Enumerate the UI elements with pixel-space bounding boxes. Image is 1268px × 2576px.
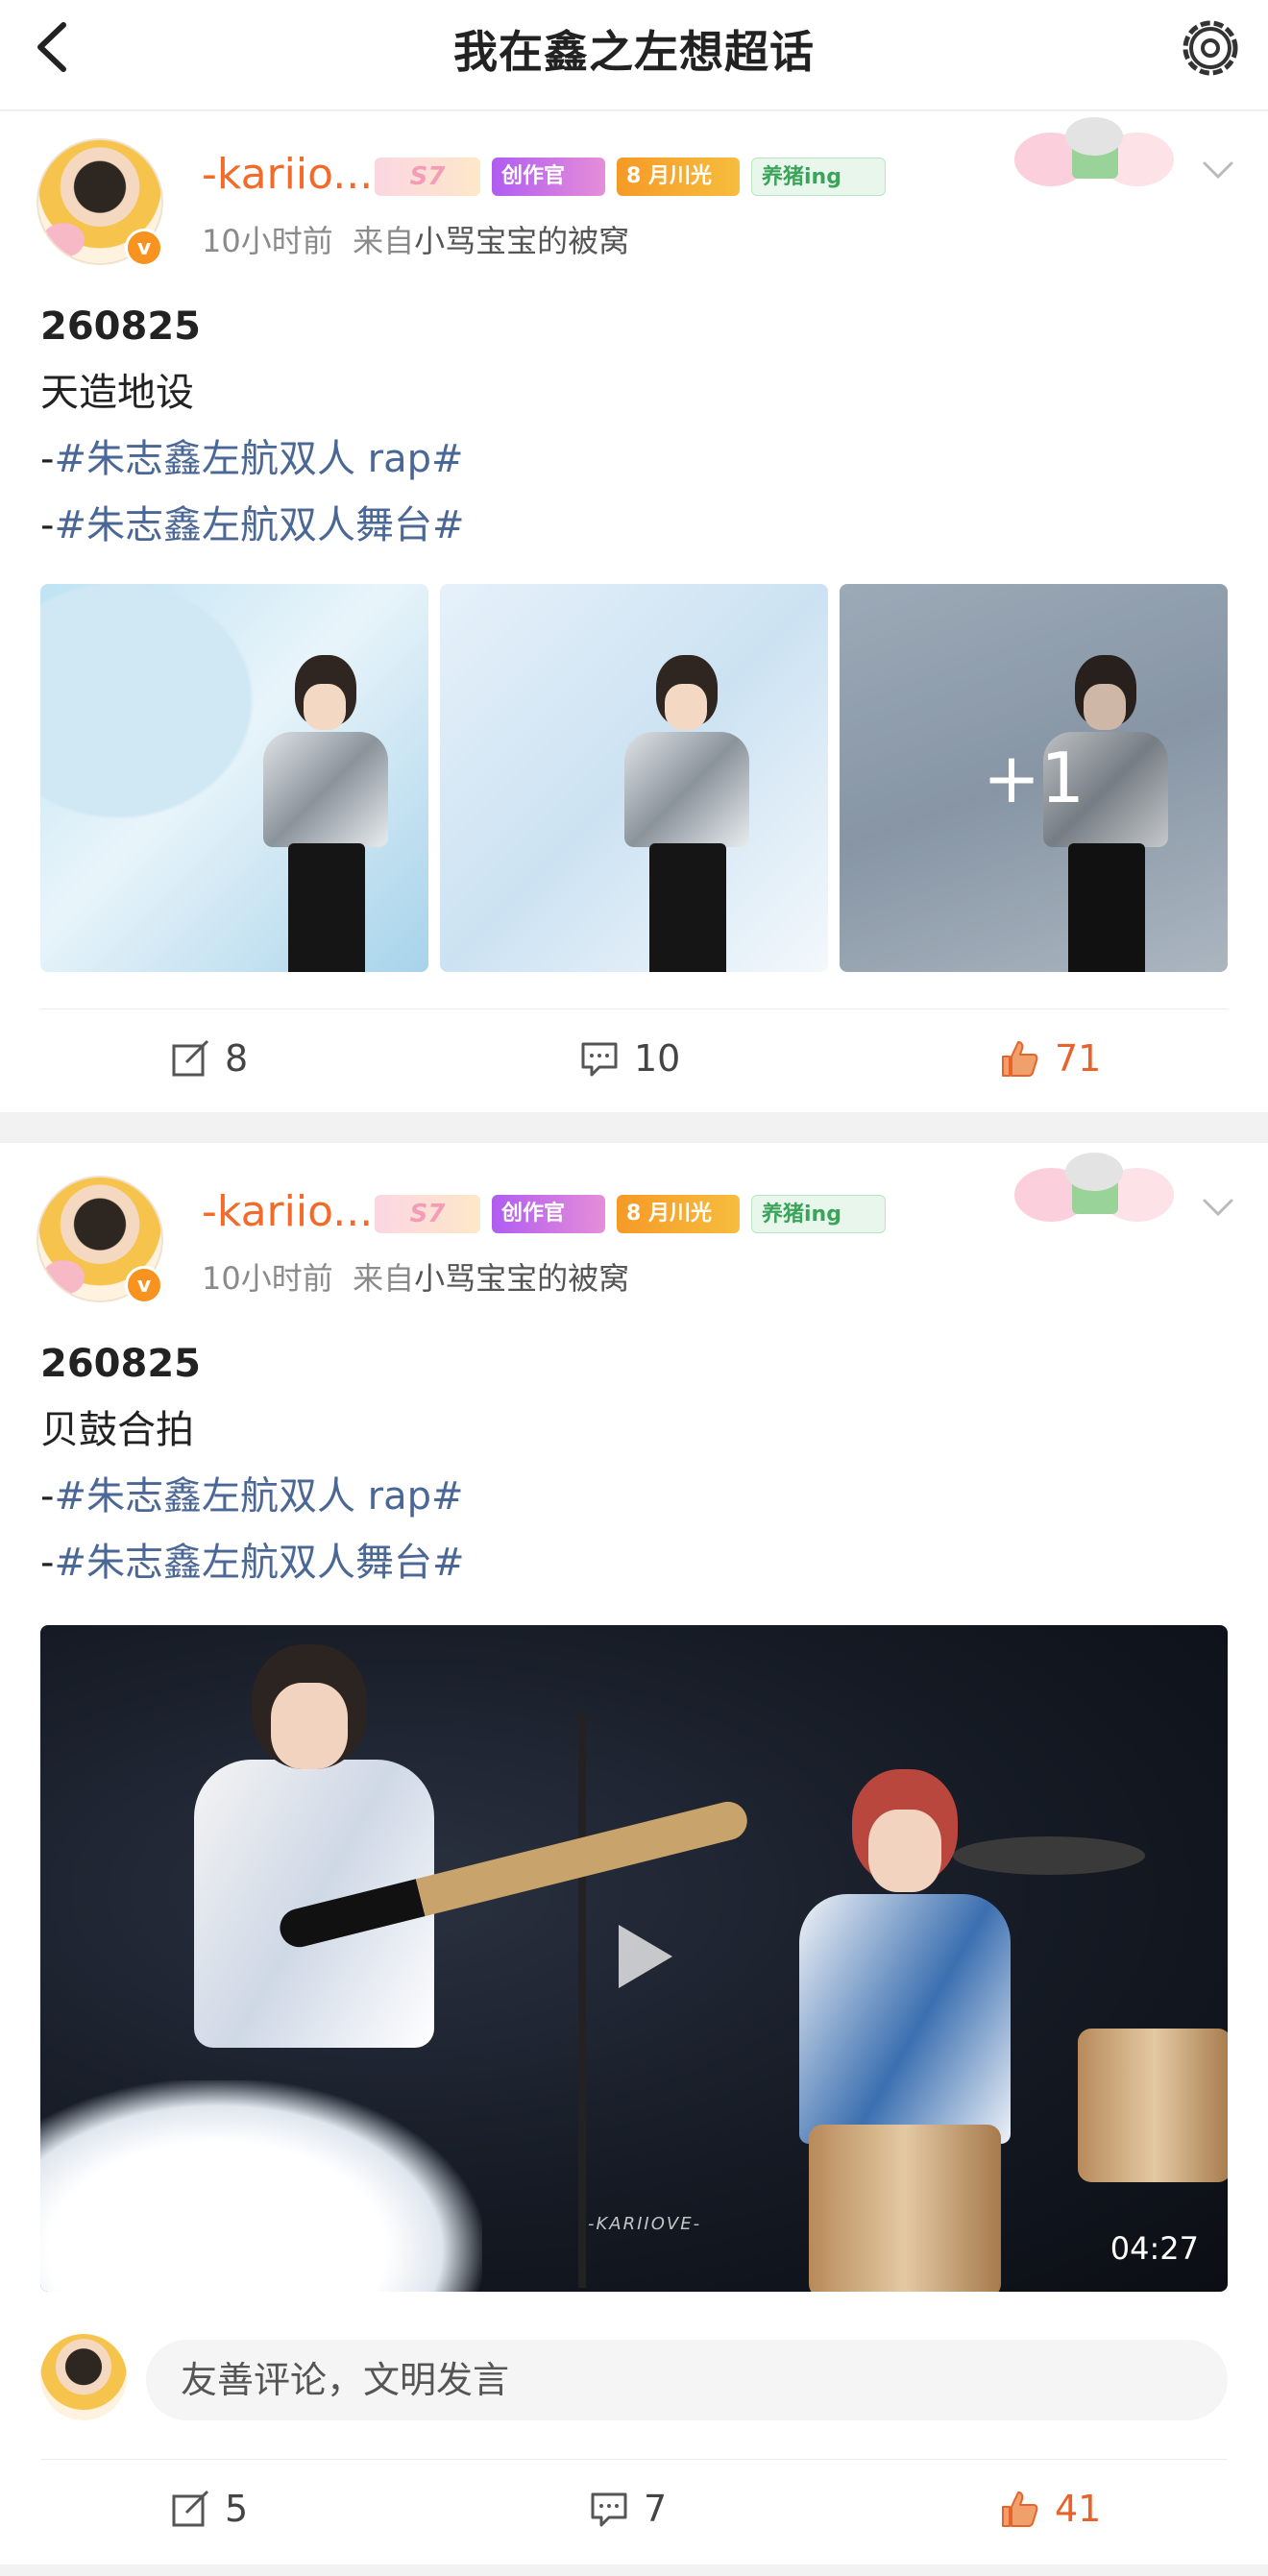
post-source[interactable]: 小骂宝宝的被窝	[414, 1260, 629, 1297]
video-watermark: -KARIIOVE-	[588, 2214, 702, 2234]
from-prefix: 来自	[353, 1260, 415, 1297]
post-title: 贝鼓合拍	[40, 1408, 194, 1452]
topic-tag-link[interactable]: -#朱志鑫左航双人舞台#	[40, 493, 464, 559]
divider	[40, 2459, 1228, 2460]
post-title: 天造地设	[40, 371, 194, 415]
drummer-figure	[799, 1894, 1011, 2144]
chevron-down-icon[interactable]	[1199, 156, 1237, 184]
badge-row: S7 创作官 8 月川光 养猪ing	[375, 158, 886, 196]
level-badge[interactable]: S7	[375, 1195, 480, 1233]
mic-stand	[578, 1712, 586, 2288]
moon-badge[interactable]: 8 月川光	[617, 158, 740, 196]
pig-sticker-icon	[1014, 1153, 1174, 1222]
comment-button[interactable]: 10	[578, 1020, 680, 1097]
photo-thumbnail[interactable]: +1	[840, 584, 1228, 972]
topic-tag-text: #朱志鑫左航双人舞台#	[54, 1541, 465, 1585]
verified-badge-icon: v	[125, 1266, 163, 1304]
badge-row: S7 创作官 8 月川光 养猪ing	[375, 1195, 886, 1233]
moon-badge-label: 月川光	[647, 1202, 712, 1226]
video-player[interactable]: -KARIIOVE- 04:27	[40, 1625, 1228, 2292]
top-bar: 我在鑫之左想超话	[0, 0, 1268, 110]
photo-thumbnail[interactable]	[40, 584, 428, 972]
moon-badge[interactable]: 8 月川光	[617, 1195, 740, 1233]
creator-badge[interactable]: 创作官	[492, 1195, 605, 1233]
more-photos-count[interactable]: +1	[840, 584, 1228, 972]
pig-badge[interactable]: 养猪ing	[751, 1195, 886, 1233]
action-bar: 8 10 71	[0, 1020, 1268, 1097]
level-badge[interactable]: S7	[375, 158, 480, 196]
repost-icon	[172, 1039, 209, 1077]
photo-grid: +1	[40, 584, 1228, 972]
post-time: 10小时前	[202, 223, 333, 259]
comment-count: 10	[634, 1037, 681, 1080]
repost-count: 5	[225, 2488, 249, 2530]
topic-tag-link[interactable]: -#朱志鑫左航双人 rap#	[40, 1464, 464, 1530]
pig-sticker-icon	[1014, 117, 1174, 186]
topic-tag-link[interactable]: -#朱志鑫左航双人舞台#	[40, 1530, 464, 1596]
post-time: 10小时前	[202, 1260, 333, 1297]
bassist-face	[271, 1683, 348, 1769]
my-avatar	[40, 2334, 127, 2420]
topic-tag-text: #朱志鑫左航双人舞台#	[54, 503, 465, 547]
post-date: 260825	[40, 1342, 201, 1386]
repost-button[interactable]: 5	[169, 2470, 248, 2547]
moon-badge-number: 8	[626, 164, 642, 188]
username[interactable]: -kariio...	[202, 150, 373, 199]
drummer-face	[868, 1810, 941, 1892]
moon-badge-number: 8	[626, 1202, 642, 1226]
moon-badge-label: 月川光	[647, 164, 712, 188]
comment-count: 7	[644, 2488, 668, 2530]
post-text: 260825 天造地设 -#朱志鑫左航双人 rap# -#朱志鑫左航双人舞台#	[40, 294, 464, 559]
post-meta: 10小时前 来自小骂宝宝的被窝	[202, 217, 629, 261]
flower-decoration	[40, 2080, 482, 2292]
weibo-post: v -kariio... S7 创作官 8 月川光 养猪ing 10小时前 来自…	[0, 111, 1268, 1112]
play-icon[interactable]	[597, 1913, 684, 2000]
gear-icon[interactable]	[1174, 12, 1247, 85]
topic-tag-text: #朱志鑫左航双人 rap#	[54, 1474, 464, 1519]
repost-count: 8	[225, 1037, 249, 1080]
video-duration: 04:27	[1110, 2230, 1199, 2267]
pig-decoration	[42, 223, 85, 257]
post-meta: 10小时前 来自小骂宝宝的被窝	[202, 1254, 629, 1299]
comment-icon	[591, 2492, 627, 2527]
like-count: 71	[1055, 1037, 1102, 1080]
thumbs-up-icon	[1002, 1041, 1038, 1077]
repost-button[interactable]: 8	[169, 1020, 248, 1097]
cymbal	[953, 1836, 1145, 1875]
thumbs-up-icon	[1002, 2491, 1038, 2527]
comment-button[interactable]: 7	[588, 2470, 667, 2547]
photo-thumbnail[interactable]	[440, 584, 828, 972]
like-button[interactable]: 71	[999, 1020, 1101, 1097]
pig-badge[interactable]: 养猪ing	[751, 158, 886, 196]
topic-tag-text: #朱志鑫左航双人 rap#	[54, 437, 464, 481]
page-title: 我在鑫之左想超话	[453, 26, 815, 78]
username[interactable]: -kariio...	[202, 1187, 373, 1236]
drum	[809, 2125, 1001, 2292]
post-source[interactable]: 小骂宝宝的被窝	[414, 223, 629, 259]
like-button[interactable]: 41	[999, 2470, 1101, 2547]
verified-badge-icon: v	[125, 229, 163, 267]
weibo-post: v -kariio... S7 创作官 8 月川光 养猪ing 10小时前 来自…	[0, 1143, 1268, 2564]
action-bar: 5 7 41	[0, 2470, 1268, 2547]
comment-input[interactable]: 友善评论，文明发言	[146, 2340, 1228, 2420]
pig-decoration	[42, 1260, 85, 1295]
comment-icon	[581, 1042, 618, 1077]
topic-tag-link[interactable]: -#朱志鑫左航双人 rap#	[40, 426, 464, 493]
performer-figure	[252, 655, 396, 972]
creator-badge[interactable]: 创作官	[492, 158, 605, 196]
like-count: 41	[1055, 2488, 1102, 2530]
repost-icon	[172, 2490, 209, 2527]
chevron-down-icon[interactable]	[1199, 1193, 1237, 1222]
performer-figure	[613, 655, 757, 972]
comment-composer: 友善评论，文明发言	[40, 2334, 1228, 2422]
post-date: 260825	[40, 304, 201, 349]
drum	[1078, 2029, 1228, 2182]
from-prefix: 来自	[353, 223, 415, 259]
post-text: 260825 贝鼓合拍 -#朱志鑫左航双人 rap# -#朱志鑫左航双人舞台#	[40, 1331, 464, 1596]
